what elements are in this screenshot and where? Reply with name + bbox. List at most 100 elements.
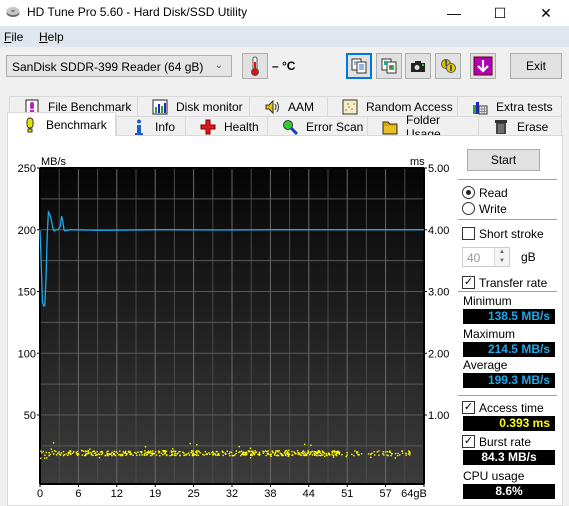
exit-button[interactable]: Exit — [510, 53, 562, 79]
grid-lines — [40, 168, 424, 484]
y-tick-label: 100 — [18, 348, 36, 360]
y2-tick-label: 4.00 — [428, 225, 449, 237]
access-time-point — [208, 452, 210, 454]
access-time-point — [190, 450, 193, 452]
access-time-point — [175, 454, 177, 457]
access-time-point — [307, 450, 309, 452]
access-time-point — [346, 454, 348, 456]
access-time-point — [401, 450, 404, 452]
access-time-point — [378, 454, 380, 456]
save-download-icon — [473, 56, 493, 76]
maximize-button[interactable]: ☐ — [477, 0, 523, 26]
access-time-point — [92, 454, 94, 457]
access-time-point — [298, 453, 300, 455]
separator — [458, 219, 557, 220]
access-time-point — [389, 451, 392, 454]
access-time-point — [114, 454, 117, 457]
access-time-point — [235, 452, 237, 455]
access-time-point — [55, 450, 57, 453]
access-time-point — [49, 453, 51, 456]
access-time-point — [111, 454, 113, 457]
access-time-point — [112, 452, 115, 455]
transfer-rate-checkbox[interactable]: ✓ — [462, 276, 475, 289]
access-time-point — [139, 451, 141, 453]
access-time-point — [286, 451, 288, 453]
access-time-point — [150, 450, 152, 452]
access-time-point — [275, 450, 277, 452]
short-stroke-spinner[interactable]: 40 ▲ ▼ — [462, 247, 510, 267]
access-time-label: Access time — [479, 401, 544, 415]
start-button[interactable]: Start — [467, 149, 540, 171]
access-time-point — [58, 453, 61, 455]
write-radio[interactable] — [462, 202, 475, 215]
benchmark-exclamation-icon — [26, 117, 34, 132]
access-time-point — [41, 452, 43, 454]
access-time-point — [179, 454, 181, 457]
access-time-point — [320, 452, 322, 455]
tab-benchmark[interactable]: Benchmark — [7, 112, 116, 136]
access-time-point — [63, 454, 65, 456]
spinner-arrows-icon[interactable]: ▲ ▼ — [494, 248, 509, 266]
access-time-point — [189, 442, 191, 445]
access-time-point — [322, 454, 324, 456]
access-time-point — [262, 452, 264, 454]
access-time-point — [93, 450, 95, 452]
access-time-point — [164, 452, 166, 455]
access-time-point — [203, 454, 205, 456]
access-time-point — [192, 450, 194, 452]
access-time-point — [315, 452, 317, 454]
access-time-point — [151, 454, 153, 456]
access-time-point — [144, 446, 147, 448]
access-time-point — [141, 451, 143, 453]
access-time-point — [40, 450, 42, 452]
y-tick-label: 200 — [18, 225, 36, 237]
access-time-point — [391, 453, 393, 455]
access-time-point — [241, 450, 243, 452]
access-time-point — [81, 454, 84, 456]
y-tick-label: 150 — [18, 287, 36, 299]
access-time-point — [229, 451, 231, 453]
tab-erase[interactable]: Erase — [478, 116, 562, 136]
short-stroke-checkbox[interactable] — [462, 227, 475, 240]
access-time-point — [238, 445, 240, 448]
access-time-point — [185, 454, 187, 456]
x-tick-label: 25 — [187, 488, 199, 500]
burst-rate-label: Burst rate — [479, 435, 532, 449]
access-time-point — [107, 453, 109, 455]
access-time-point — [116, 452, 119, 454]
x-tick-label: 44 — [303, 488, 315, 500]
access-time-point — [138, 454, 141, 456]
access-time-point — [382, 451, 384, 453]
access-time-point — [212, 454, 214, 456]
maximum-label: Maximum — [463, 327, 516, 341]
access-time-point — [408, 450, 410, 452]
access-time-point — [244, 452, 247, 454]
access-time-point — [386, 454, 388, 456]
access-time-point — [367, 453, 370, 455]
access-time-point — [211, 452, 213, 454]
access-time-point — [90, 452, 92, 454]
access-time-point — [251, 451, 254, 453]
average-label: Average — [463, 358, 508, 372]
save-button[interactable] — [470, 53, 496, 79]
access-time-point — [258, 453, 260, 455]
access-time-point — [250, 453, 252, 456]
access-time-checkbox[interactable]: ✓ — [462, 401, 475, 414]
read-radio[interactable] — [462, 186, 475, 199]
access-time-point — [397, 452, 399, 455]
y2-tick-label: 5.00 — [428, 163, 449, 175]
access-time-point — [394, 452, 397, 455]
access-time-point — [196, 444, 198, 446]
x-tick-label: 6 — [75, 488, 81, 500]
access-time-point — [378, 450, 380, 452]
burst-rate-checkbox[interactable]: ✓ — [462, 435, 475, 448]
close-button[interactable]: ✕ — [523, 0, 569, 26]
access-time-point — [287, 455, 289, 457]
access-time-point — [246, 453, 248, 456]
access-time-point — [75, 451, 77, 454]
access-time-point — [288, 453, 291, 455]
access-time-point — [225, 453, 227, 455]
access-time-point — [106, 451, 108, 453]
access-time-point — [205, 453, 207, 455]
access-time-point — [96, 453, 98, 456]
